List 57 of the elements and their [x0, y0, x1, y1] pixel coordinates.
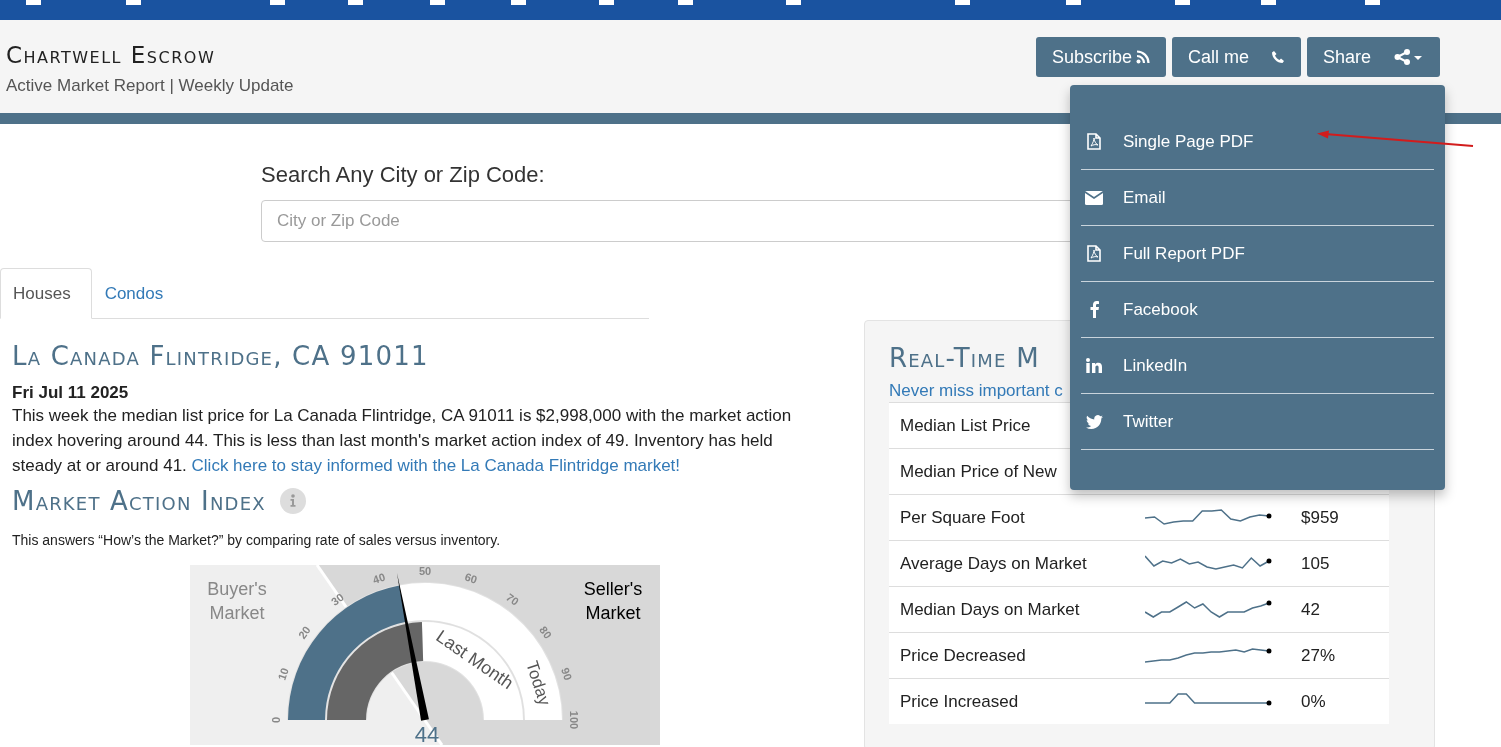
- share-caret-icon: [1394, 49, 1424, 65]
- gauge-tick-label: 70: [504, 590, 522, 608]
- gauge-tick-label: 80: [537, 623, 555, 641]
- gauge-tick-label: 60: [463, 570, 479, 586]
- envelope-icon: [1085, 190, 1103, 205]
- metric-value: 105: [1291, 540, 1389, 587]
- gauge-value: 44: [414, 722, 440, 745]
- metric-value: 27%: [1291, 632, 1389, 679]
- metric-label: Average Days on Market: [889, 540, 1145, 587]
- panel-subtitle[interactable]: Never miss important c: [889, 381, 1063, 401]
- buyers-market-label: Buyer's Market: [207, 579, 267, 623]
- metric-label: Price Decreased: [889, 632, 1145, 679]
- share-menu-item[interactable]: Single Page PDF: [1081, 114, 1434, 170]
- report-summary: This week the median list price for La Canada Flintridge, CA 91011 is $2,998,000 with the market action index hovering around 44. This is less than last month's market action index of 49. Inventory has held steady at or around 41. Click here to stay informed with the La Canada Flintridge market!: [12, 405, 793, 477]
- site-subtitle: Active Market Report | Weekly Update: [6, 76, 294, 96]
- metric-label: Median Days on Market: [889, 586, 1145, 633]
- bird-icon: [1085, 414, 1103, 429]
- gauge-tick-label: 100: [568, 710, 581, 730]
- report-date: Fri Jul 11 2025: [12, 383, 130, 403]
- arc-label: Today: [522, 658, 555, 708]
- tab[interactable]: Houses: [0, 268, 92, 319]
- pdf-file-icon: [1087, 133, 1101, 150]
- sellers-market-label: Seller's Market: [583, 579, 643, 623]
- metric-label: Per Square Foot: [889, 494, 1145, 541]
- rss-icon: [1136, 50, 1150, 64]
- metric-label: Price Increased: [889, 678, 1145, 724]
- section-description: This answers “How’s the Market?” by comparing rate of sales versus inventory.: [12, 532, 501, 548]
- share-menu-item[interactable]: Twitter: [1081, 394, 1434, 450]
- share-button[interactable]: Share: [1307, 37, 1440, 77]
- metric-value: $959: [1291, 494, 1389, 541]
- share-menu-item[interactable]: LinkedIn: [1081, 338, 1434, 394]
- info-icon: [279, 488, 306, 514]
- call-button[interactable]: Call me: [1172, 37, 1301, 77]
- gauge-tick-label: 40: [371, 570, 387, 586]
- facebook-icon: [1089, 301, 1099, 318]
- share-menu-item[interactable]: Full Report PDF: [1081, 226, 1434, 282]
- panel-title: Real-Time M: [889, 343, 1040, 373]
- pdf-file-icon: [1087, 245, 1101, 262]
- share-menu-item[interactable]: Facebook: [1081, 282, 1434, 338]
- subscribe-button[interactable]: Subscribe: [1035, 37, 1166, 77]
- linkedin-icon: [1086, 358, 1102, 373]
- stay-informed-link[interactable]: Click here to stay informed with the La Canada Flintridge market!: [191, 456, 681, 475]
- gauge-tick-label: 50: [418, 565, 432, 577]
- phone-icon: [1271, 50, 1285, 64]
- tab[interactable]: Condos: [91, 268, 187, 318]
- gauge-tick-label: 0: [269, 716, 282, 724]
- search-label: Search Any City or Zip Code:: [261, 162, 545, 188]
- gauge-tick-label: 30: [328, 590, 346, 608]
- gauge-tick-label: 10: [275, 666, 291, 682]
- section-title: Market Action Index: [12, 486, 266, 516]
- site-title: Chartwell Escrow: [6, 42, 217, 68]
- report-title: La Canada Flintridge, CA 91011: [12, 341, 430, 371]
- metric-value: 0%: [1291, 678, 1389, 724]
- gauge-tick-label: 20: [295, 623, 313, 641]
- gauge-tick-label: 90: [559, 666, 575, 682]
- metric-value: 42: [1291, 586, 1389, 633]
- share-menu-item[interactable]: Email: [1081, 170, 1434, 226]
